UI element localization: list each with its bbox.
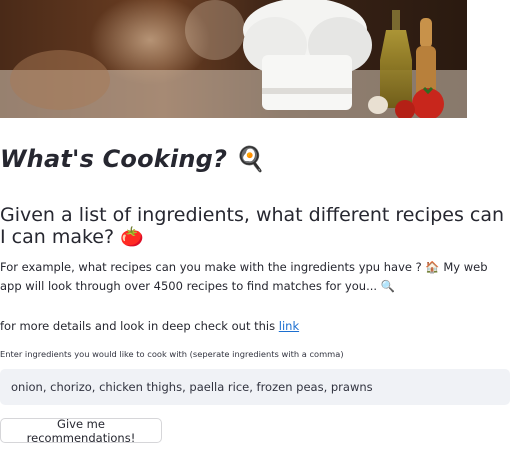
details-prefix: for more details and look in deep check … <box>0 319 276 333</box>
ingredients-input[interactable]: onion, chorizo, chicken thighs, paella r… <box>0 369 510 405</box>
page-subtitle-text: Given a list of ingredients, what differ… <box>0 204 505 248</box>
frying-pan-icon: 🍳 <box>235 145 266 173</box>
intro-description: For example, what recipes can you make w… <box>0 260 488 293</box>
hero-image <box>0 0 467 118</box>
details-text: for more details and look in deep check … <box>0 318 299 334</box>
page-title: What's Cooking? 🍳 <box>0 145 266 173</box>
ingredients-input-label: Enter ingredients you would like to cook… <box>0 349 344 359</box>
page-title-text: What's Cooking? <box>0 145 228 173</box>
page-subtitle: Given a list of ingredients, what differ… <box>0 204 512 248</box>
ingredients-input-value: onion, chorizo, chicken thighs, paella r… <box>11 380 373 394</box>
details-link[interactable]: link <box>279 319 299 333</box>
recommendations-button[interactable]: Give me recommendations! <box>0 417 162 445</box>
tomato-icon: 🍅 <box>120 226 144 248</box>
